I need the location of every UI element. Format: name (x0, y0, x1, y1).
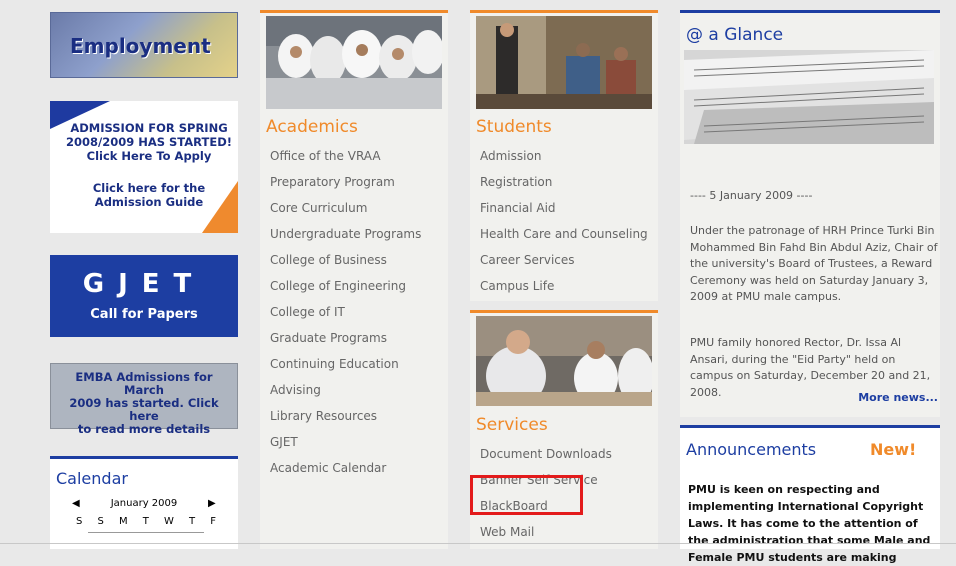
menu-item[interactable]: Health Care and Counseling (480, 221, 648, 247)
academics-panel: Academics Office of the VRAA Preparatory… (260, 10, 448, 549)
announcement-text[interactable]: PMU is keen on respecting and implementi… (688, 481, 936, 566)
page-divider (0, 543, 956, 544)
menu-item[interactable]: Campus Life (480, 273, 648, 299)
gjet-banner[interactable]: GJET Call for Papers (50, 255, 238, 337)
menu-item[interactable]: College of Engineering (270, 273, 421, 299)
menu-item[interactable]: Registration (480, 169, 648, 195)
students-panel: Students Admission Registration Financia… (470, 10, 658, 301)
menu-item[interactable]: Advising (270, 377, 421, 403)
menu-item[interactable]: Core Curriculum (270, 195, 421, 221)
services-title: Services (476, 415, 548, 435)
menu-item[interactable]: GJET (270, 429, 421, 455)
gjet-subtitle: Call for Papers (90, 307, 198, 322)
glance-panel: @ a Glance ---- 5 January 2009 ---- Unde… (680, 10, 940, 417)
new-badge: New! (870, 440, 917, 459)
menu-item[interactable]: College of IT (270, 299, 421, 325)
calendar-next-icon[interactable]: ▶ (208, 498, 216, 509)
admission-guide-link[interactable]: Click here for the Admission Guide (64, 181, 234, 209)
calendar-month: January 2009 (110, 498, 178, 509)
menu-item[interactable]: Web Mail (480, 519, 612, 545)
menu-item[interactable]: Financial Aid (480, 195, 648, 221)
more-news-link[interactable]: More news... (858, 391, 938, 404)
students-title: Students (476, 117, 552, 137)
menu-item[interactable]: Graduate Programs (270, 325, 421, 351)
admission-banner[interactable]: ADMISSION FOR SPRING 2008/2009 HAS START… (50, 101, 238, 233)
calendar-weekdays: S S M T W T F (76, 516, 216, 527)
gjet-title: GJET (82, 269, 206, 299)
students-photo (476, 16, 652, 109)
news-paragraph: Under the patronage of HRH Prince Turki … (690, 224, 938, 303)
glance-title: @ a Glance (686, 25, 784, 45)
academics-photo (266, 16, 442, 109)
menu-item[interactable]: Office of the VRAA (270, 143, 421, 169)
calendar-divider (88, 532, 204, 533)
newspapers-photo (684, 50, 934, 144)
academics-menu: Office of the VRAA Preparatory Program C… (270, 143, 421, 481)
menu-item[interactable]: Document Downloads (480, 441, 612, 467)
menu-item[interactable]: Undergraduate Programs (270, 221, 421, 247)
services-photo (476, 316, 652, 406)
news-date: ---- 5 January 2009 ---- (690, 189, 813, 202)
emba-banner[interactable]: EMBA Admissions for March 2009 has start… (50, 363, 238, 436)
employment-banner[interactable]: Employment (50, 12, 238, 78)
menu-item[interactable]: Academic Calendar (270, 455, 421, 481)
menu-item[interactable]: Admission (480, 143, 648, 169)
calendar-widget: Calendar ◀ January 2009 ▶ S S M T W T F (50, 456, 238, 549)
calendar-box: ◀ January 2009 ▶ S S M T W T F (66, 494, 222, 549)
announcements-panel: Announcements New! PMU is keen on respec… (680, 425, 940, 564)
menu-item[interactable]: Career Services (480, 247, 648, 273)
menu-item[interactable]: College of Business (270, 247, 421, 273)
menu-item[interactable]: Continuing Education (270, 351, 421, 377)
calendar-title: Calendar (56, 469, 128, 488)
highlight-box (470, 475, 583, 515)
announcements-title: Announcements (686, 440, 817, 459)
emba-text: EMBA Admissions for March 2009 has start… (69, 370, 219, 436)
students-menu: Admission Registration Financial Aid Hea… (480, 143, 648, 299)
menu-item[interactable]: Preparatory Program (270, 169, 421, 195)
academics-title: Academics (266, 117, 358, 137)
employment-label: Employment (70, 34, 211, 58)
admission-text: ADMISSION FOR SPRING 2008/2009 HAS START… (66, 121, 232, 163)
menu-item[interactable]: Library Resources (270, 403, 421, 429)
